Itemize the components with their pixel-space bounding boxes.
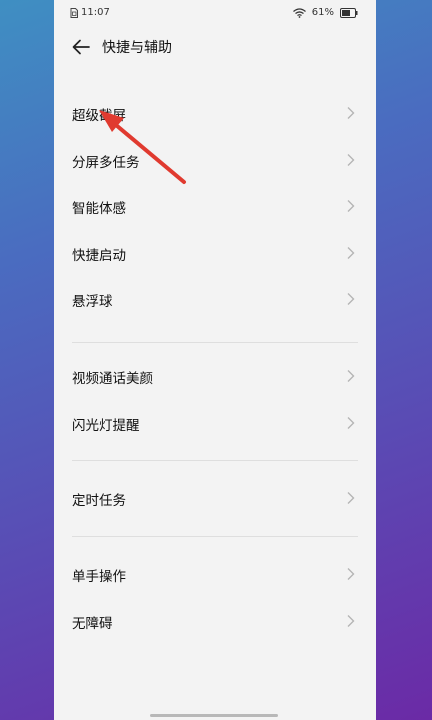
chevron-right-icon (347, 614, 355, 627)
settings-group-1: 超级截屏 分屏多任务 智能体感 快捷启动 悬浮球 (54, 90, 376, 323)
chevron-right-icon (347, 568, 355, 580)
chevron-right-icon (347, 370, 355, 382)
menu-item-split-screen[interactable]: 分屏多任务 (54, 137, 376, 184)
wifi-icon (292, 7, 306, 18)
menu-item-label: 智能体感 (72, 201, 126, 217)
status-right: 61% (292, 7, 358, 18)
menu-item-flash-reminder[interactable]: 闪光灯提醒 (54, 400, 376, 447)
sim-card-icon (70, 7, 78, 18)
menu-item-video-call-beauty[interactable]: 视频通话美颜 (54, 353, 376, 400)
menu-item-label: 闪光灯提醒 (72, 417, 140, 434)
chevron-right-icon (347, 416, 355, 429)
navigation-bar: 快捷与辅助 (54, 26, 376, 68)
settings-group-4: 单手操作 无障碍 (54, 551, 376, 644)
status-left: 11:07 (70, 7, 110, 18)
home-indicator[interactable] (150, 714, 278, 717)
chevron-right-icon (347, 200, 355, 212)
section-divider (72, 460, 358, 461)
settings-group-2: 视频通话美颜 闪光灯提醒 (54, 353, 376, 446)
chevron-right-icon (347, 107, 355, 119)
menu-item-scheduled-task[interactable]: 定时任务 (54, 475, 376, 522)
menu-item-label: 视频通话美颜 (72, 371, 153, 387)
battery-percent: 61% (311, 7, 334, 18)
status-bar: 11:07 61% (54, 0, 376, 26)
menu-item-label: 快捷启动 (72, 247, 126, 264)
menu-item-label: 分屏多任务 (72, 154, 140, 171)
section-divider (72, 342, 358, 343)
chevron-right-icon (347, 153, 355, 166)
menu-item-smart-motion[interactable]: 智能体感 (54, 183, 376, 230)
menu-item-label: 超级截屏 (72, 108, 126, 124)
battery-icon (340, 7, 358, 18)
chevron-right-icon (347, 492, 355, 504)
chevron-right-icon (347, 293, 355, 305)
menu-item-label: 悬浮球 (72, 294, 113, 310)
menu-item-label: 定时任务 (72, 493, 126, 509)
status-time: 11:07 (81, 7, 110, 18)
chevron-right-icon (347, 246, 355, 259)
menu-item-super-screenshot[interactable]: 超级截屏 (54, 90, 376, 137)
phone-screen: 11:07 61% 快捷与辅助 超级截屏 分屏多任务 智能体感 快捷启动 悬浮球… (54, 0, 376, 720)
back-arrow-icon (72, 39, 90, 55)
menu-item-accessibility[interactable]: 无障碍 (54, 598, 376, 645)
menu-item-quick-launch[interactable]: 快捷启动 (54, 230, 376, 277)
menu-item-one-handed[interactable]: 单手操作 (54, 551, 376, 598)
menu-item-label: 单手操作 (72, 569, 126, 585)
menu-item-label: 无障碍 (72, 615, 113, 632)
menu-item-floating-ball[interactable]: 悬浮球 (54, 276, 376, 323)
back-button[interactable] (68, 34, 94, 60)
page-title: 快捷与辅助 (102, 40, 172, 56)
settings-group-3: 定时任务 (54, 475, 376, 522)
section-divider (72, 536, 358, 537)
